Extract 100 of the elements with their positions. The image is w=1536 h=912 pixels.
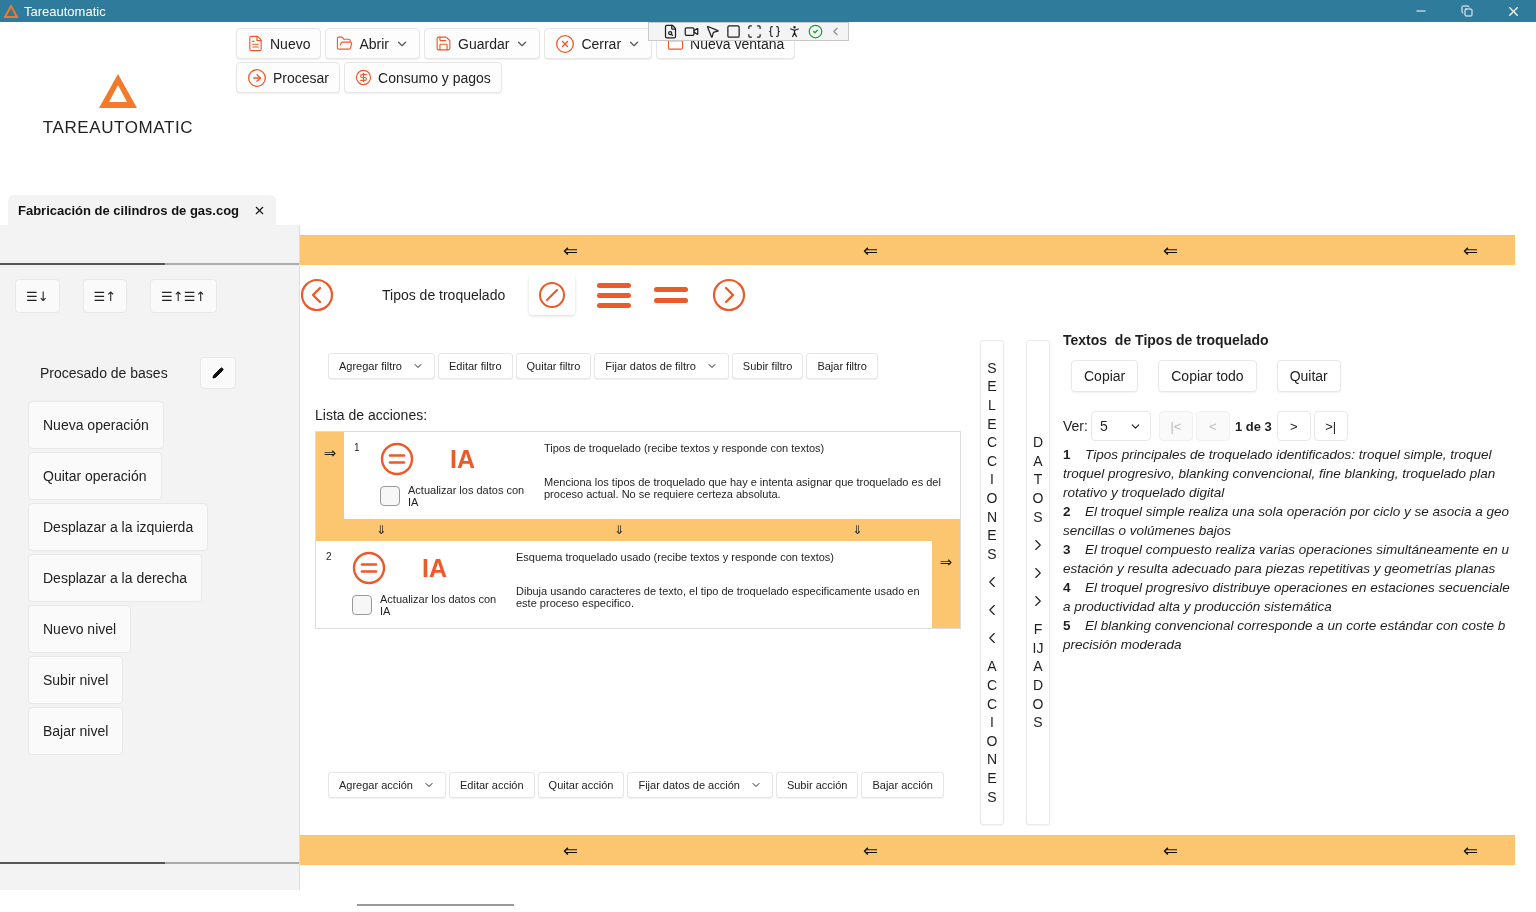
view-label: Ver:: [1063, 418, 1088, 434]
ribbon-button[interactable]: Cerrar: [544, 28, 653, 59]
vertical-tab[interactable]: SELECCIONES ACCIONES: [980, 340, 1004, 825]
left-arrow[interactable]: ⇐: [1162, 239, 1178, 261]
equals-circle-icon: [380, 442, 414, 476]
sidebar-button[interactable]: Desplazar a la derecha: [28, 554, 202, 602]
ribbon-button[interactable]: Abrir: [325, 28, 421, 59]
item-text: estación y resulta adecuado para piezas repetitivas y geometrías planas: [1063, 560, 1496, 578]
panel-button[interactable]: Copiar todo: [1158, 360, 1257, 392]
checkbox-label: Actualizar los datos con IA: [408, 484, 526, 508]
sidebar-button[interactable]: Quitar operación: [28, 452, 162, 500]
left-arrow[interactable]: ⇐: [1462, 239, 1478, 261]
app-logo-icon: [4, 4, 18, 18]
edit-button[interactable]: [199, 357, 236, 389]
action-title: Tipos de troquelado (recibe textos y responde con textos): [544, 442, 826, 454]
action-button[interactable]: Agregar acción: [328, 772, 446, 798]
equals-icon[interactable]: [654, 286, 689, 304]
logo-icon: [97, 72, 139, 110]
left-arrow[interactable]: ⇐: [862, 239, 878, 261]
pager-button[interactable]: >: [1276, 411, 1311, 441]
left-arrow[interactable]: ⇐: [862, 839, 878, 861]
checkbox-label: Actualizar los datos con IA: [380, 593, 498, 617]
sidebar-button[interactable]: Desplazar a la izquierda: [28, 503, 209, 551]
item-number: 5: [1063, 617, 1072, 635]
equals-circle-icon: [352, 551, 386, 585]
action-button[interactable]: Quitar acción: [537, 772, 625, 798]
sidebar-button[interactable]: Nuevo nivel: [28, 605, 132, 653]
filter-button[interactable]: Agregar filtro: [328, 353, 435, 379]
filter-button[interactable]: Subir filtro: [731, 353, 804, 379]
operation-title: Tipos de troquelado: [382, 287, 506, 303]
left-arrow[interactable]: ⇐: [1462, 839, 1478, 861]
ai-label: IA: [450, 444, 475, 474]
ribbon-button[interactable]: Consumo y pagos: [344, 62, 502, 93]
filter-button[interactable]: Bajar filtro: [806, 353, 878, 379]
check-icon[interactable]: [808, 24, 823, 39]
filter-button[interactable]: Quitar filtro: [515, 353, 592, 379]
tree-icon[interactable]: [663, 24, 678, 39]
panel-button[interactable]: Quitar: [1276, 360, 1341, 392]
sort-button[interactable]: ☰↑: [82, 279, 128, 313]
action-number: 1: [354, 442, 361, 455]
filter-button[interactable]: Editar filtro: [438, 353, 513, 379]
checkbox[interactable]: [352, 595, 372, 615]
sort-button[interactable]: ☰↓: [15, 279, 60, 313]
checkbox[interactable]: [380, 486, 400, 506]
square-icon[interactable]: [726, 24, 741, 39]
tab-label: Fabricación de cilindros de gas.cog: [18, 202, 240, 218]
pager-button[interactable]: >|: [1313, 411, 1348, 441]
sidebar-button[interactable]: Subir nivel: [28, 656, 124, 704]
sidebar-button[interactable]: Bajar nivel: [28, 707, 124, 755]
vertical-label: ACCIONES: [986, 657, 998, 807]
document-tab[interactable]: Fabricación de cilindros de gas.cog: [8, 195, 277, 225]
edit-icon: [538, 281, 567, 309]
pointer-icon[interactable]: [705, 24, 720, 39]
item-text: El troquel simple realiza una sola operación por ciclo y se asocia a geo: [1085, 503, 1509, 521]
action-number: 2: [326, 551, 333, 564]
action-title: Esquema troquelado usado (recibe textos y responde con textos): [516, 551, 835, 563]
panel-button[interactable]: Copiar: [1071, 360, 1139, 392]
item-text: El blanking convencional corresponde a un corte estándar con coste b: [1085, 617, 1506, 635]
action-button[interactable]: Fijar datos de acción: [627, 772, 773, 798]
vertical-label: SELECCIONES: [986, 358, 998, 564]
page-status: 1 de 3: [1234, 418, 1272, 434]
forward-icon[interactable]: [712, 278, 747, 312]
vertical-label: FIJADOS: [1032, 620, 1044, 732]
left-arrow[interactable]: ⇐: [562, 239, 578, 261]
sort-button[interactable]: ☰↑☰↑: [150, 279, 218, 313]
left-arrow[interactable]: ⇐: [1162, 839, 1178, 861]
close-icon: [555, 33, 576, 54]
action-button[interactable]: Subir acción: [775, 772, 859, 798]
arrow-circle-icon: [247, 67, 267, 88]
ai-label: IA: [422, 553, 447, 583]
vertical-tab[interactable]: DATOS FIJADOS: [1026, 340, 1050, 825]
down-arrow: ⇓: [376, 523, 387, 537]
sidebar-button[interactable]: Nueva operación: [28, 401, 164, 449]
item-text: El troquel compuesto realiza varias operaciones simultáneamente en u: [1085, 541, 1509, 559]
view-select[interactable]: 5: [1090, 411, 1151, 441]
vertical-label: DATOS: [1032, 433, 1044, 527]
arrow-strip: ⇒: [316, 432, 344, 519]
braces-icon[interactable]: [768, 25, 781, 38]
action-button[interactable]: Bajar acción: [861, 772, 944, 798]
item-text: precisión moderada: [1063, 636, 1182, 654]
scrollbar-thumb[interactable]: [357, 904, 514, 906]
item-text: troquel progresivo, blanking convencional, fine blanking, troquelado plan: [1063, 465, 1496, 483]
menu-icon[interactable]: [597, 280, 632, 310]
item-text: El troquel progresivo distribuye operaciones en estaciones secuenciale: [1085, 579, 1510, 597]
back-icon[interactable]: [300, 278, 334, 312]
accessibility-icon[interactable]: [787, 24, 802, 39]
select-frame-icon[interactable]: [747, 24, 762, 39]
filter-button[interactable]: Fijar datos de filtro: [594, 353, 729, 379]
item-text: sencillas o volúmenes bajos: [1063, 522, 1232, 540]
action-button[interactable]: Editar acción: [449, 772, 535, 798]
camera-icon[interactable]: [684, 24, 699, 39]
arrow-strip: ⇒: [932, 541, 960, 628]
ribbon-button[interactable]: Nuevo: [236, 28, 322, 59]
ribbon-button[interactable]: Guardar: [424, 28, 541, 59]
action-description: Dibuja usando caracteres de texto, el tipo de troquelado especificamente usado en este proceso especifico.: [516, 585, 921, 609]
left-arrow[interactable]: ⇐: [562, 839, 578, 861]
save-icon: [435, 35, 453, 52]
restore-icon[interactable]: [1461, 5, 1473, 17]
ribbon-button[interactable]: Procesar: [236, 62, 341, 93]
item-number: 1: [1063, 446, 1072, 464]
